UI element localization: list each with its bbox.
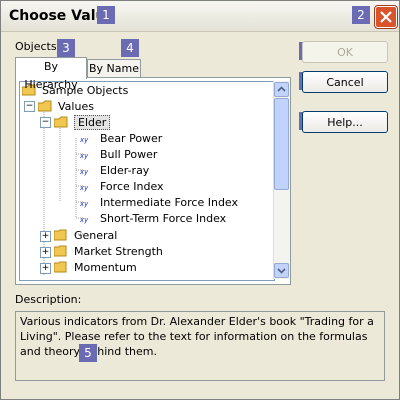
choose-value-dialog: Choose Value 1 2 Objects: 3 4 By Hierarc…: [0, 0, 400, 400]
folder-open-icon: [37, 100, 54, 112]
tree-label-elder: Elder: [74, 115, 111, 130]
tree-node-elder[interactable]: Elder: [53, 115, 111, 131]
expand-market-strength-toggle[interactable]: +: [40, 247, 51, 258]
tree-node-intermediate-force-index[interactable]: xy Intermediate Force Index: [80, 195, 238, 211]
scroll-down-button[interactable]: [274, 263, 289, 278]
folder-closed-icon: [53, 245, 70, 257]
marker-4: 4: [121, 39, 139, 57]
expand-general-toggle[interactable]: +: [40, 231, 51, 242]
tree-node-values[interactable]: Values: [37, 99, 94, 115]
tree-node-market-strength[interactable]: Market Strength: [53, 244, 163, 260]
xy-series-icon: xy: [80, 200, 89, 208]
scroll-thumb[interactable]: [274, 98, 289, 190]
cancel-button[interactable]: Cancel: [302, 71, 388, 93]
tree-item-label: Intermediate Force Index: [100, 196, 239, 209]
tab-by-name[interactable]: By Name: [87, 59, 141, 79]
close-icon: [380, 11, 392, 23]
arrow-up-icon: [277, 86, 286, 92]
tree-node-short-term-force-index[interactable]: xy Short-Term Force Index: [80, 211, 226, 227]
tree-node-force-index[interactable]: xy Force Index: [80, 179, 164, 195]
tree-item-label: Bull Power: [100, 148, 158, 161]
tab-by-hierarchy[interactable]: By Hierarchy: [15, 57, 87, 91]
collapse-elder-toggle[interactable]: −: [40, 117, 51, 128]
marker-1: 1: [97, 6, 115, 24]
tree-item-label: Elder-ray: [100, 164, 150, 177]
folder-closed-icon: [53, 261, 70, 273]
description-label: Description:: [15, 293, 82, 306]
xy-series-icon: xy: [80, 184, 89, 192]
expand-momentum-toggle[interactable]: +: [40, 263, 51, 274]
tree-item-label: Force Index: [100, 180, 164, 193]
tree-node-bull-power[interactable]: xy Bull Power: [80, 147, 157, 163]
tree-item-label: Short-Term Force Index: [100, 212, 227, 225]
marker-5: 5: [79, 344, 97, 362]
description-box: Various indicators from Dr. Alexander El…: [15, 311, 385, 381]
tree-item-label: Bear Power: [100, 132, 163, 145]
ok-button[interactable]: OK: [302, 41, 388, 63]
xy-series-icon: xy: [80, 168, 89, 176]
help-button[interactable]: Help...: [302, 111, 388, 133]
tree-item-label: Momentum: [74, 261, 137, 274]
folder-closed-icon: [53, 229, 70, 241]
tree-item-label: Market Strength: [74, 245, 163, 258]
objects-label: Objects:: [15, 40, 61, 53]
close-button[interactable]: [375, 6, 397, 28]
object-tree[interactable]: Sample Objects − Values − Elder xy Bear P…: [19, 81, 275, 281]
collapse-values-toggle[interactable]: −: [24, 101, 35, 112]
tree-node-momentum[interactable]: Momentum: [53, 260, 137, 276]
tree-item-label: General: [74, 229, 118, 242]
xy-series-icon: xy: [80, 216, 89, 224]
tree-scrollbar[interactable]: [273, 81, 290, 279]
xy-series-icon: xy: [80, 136, 89, 144]
arrow-down-icon: [277, 268, 286, 274]
tree-node-general[interactable]: General: [53, 228, 118, 244]
description-text: Various indicators from Dr. Alexander El…: [20, 315, 374, 358]
marker-2: 2: [352, 6, 370, 24]
tree-label-values: Values: [58, 100, 94, 113]
scroll-up-button[interactable]: [274, 82, 289, 97]
title-bar[interactable]: Choose Value 1 2: [1, 1, 399, 32]
marker-3: 3: [57, 39, 75, 57]
folder-open-icon: [53, 116, 70, 128]
tree-node-bear-power[interactable]: xy Bear Power: [80, 131, 162, 147]
tree-node-elder-ray[interactable]: xy Elder-ray: [80, 163, 149, 179]
xy-series-icon: xy: [80, 152, 89, 160]
